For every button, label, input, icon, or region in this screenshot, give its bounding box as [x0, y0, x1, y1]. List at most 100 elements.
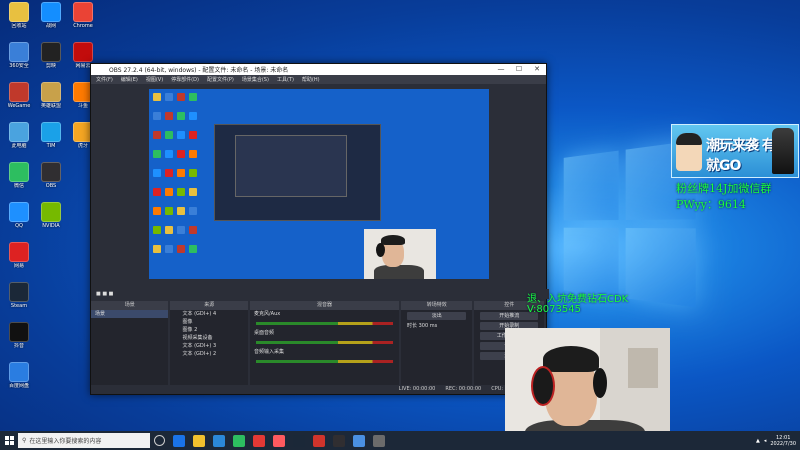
- menu-edit[interactable]: 编辑(E): [121, 76, 138, 83]
- steam-icon[interactable]: [293, 434, 305, 447]
- source-item[interactable]: 文本 (GDI+) 3: [170, 342, 247, 350]
- taskbar-app-icon[interactable]: [373, 434, 385, 447]
- taskbar-app-icon[interactable]: [273, 434, 285, 447]
- preview-desktop-icon: [189, 131, 197, 139]
- desktop-icon[interactable]: 360安全: [2, 42, 36, 69]
- obs-window[interactable]: OBS 27.2.4 (64-bit, windows) - 配置文件: 未命名…: [90, 63, 550, 395]
- preview-desktop-icon: [177, 207, 185, 215]
- preview-webcam: [364, 229, 436, 279]
- preview-desktop-icon: [153, 93, 161, 101]
- app-icon: [41, 2, 61, 22]
- desktop-icon-label: 网易: [13, 263, 24, 269]
- desktop-icon[interactable]: 网易: [2, 242, 36, 269]
- menu-view[interactable]: 视图(V): [146, 76, 163, 83]
- desktop-icon-label: Steam: [10, 303, 28, 309]
- preview-desktop-icon: [177, 131, 185, 139]
- desktop-icon-label: 百度网盘: [8, 383, 29, 389]
- clock[interactable]: 12:01 2022/7/30: [770, 435, 796, 447]
- desktop-icon[interactable]: TIM: [34, 122, 68, 149]
- volume-meter[interactable]: [255, 322, 393, 325]
- scene-bar: ■ ■ ■: [91, 289, 549, 299]
- volume-meter[interactable]: [255, 341, 393, 344]
- source-item[interactable]: 文本 (GDI+) 4: [170, 310, 247, 318]
- taskbar-search[interactable]: ⚲ 在这里输入你要搜索的内容: [18, 433, 150, 448]
- start-button[interactable]: [0, 431, 18, 450]
- wechat-icon[interactable]: [233, 434, 245, 447]
- clock-date: 2022/7/30: [770, 440, 796, 447]
- desktop-icon[interactable]: QQ: [2, 202, 36, 229]
- desktop-icon[interactable]: 微信: [2, 162, 36, 189]
- edge-icon[interactable]: [173, 434, 185, 447]
- desktop-icon-label: 抖音: [13, 343, 24, 349]
- netease-icon[interactable]: [253, 434, 265, 447]
- volume-meter[interactable]: [255, 360, 393, 363]
- source-item[interactable]: 图像: [170, 318, 247, 326]
- rec-time: REC: 00:00:00: [445, 386, 482, 392]
- desktop-icon[interactable]: WeGame: [2, 82, 36, 109]
- source-item[interactable]: 文本 (GDI+) 2: [170, 350, 247, 358]
- desktop-icon[interactable]: OBS: [34, 162, 68, 189]
- desktop-icon[interactable]: 抖音: [2, 322, 36, 349]
- desktop-icon-label: 英雄联盟: [40, 103, 61, 109]
- scene-item[interactable]: 场景: [91, 310, 169, 318]
- volume-icon[interactable]: ◂: [764, 438, 767, 444]
- source-item[interactable]: 视频采集设备: [170, 334, 247, 342]
- maximize-icon[interactable]: ☐: [510, 64, 528, 75]
- preview-desktop-icon: [165, 150, 173, 158]
- desktop-icon[interactable]: 英雄联盟: [34, 82, 68, 109]
- app-icon: [9, 2, 29, 22]
- fan-banner: 潮玩来袭 有你就GO: [671, 124, 799, 178]
- file-explorer-icon[interactable]: [193, 434, 205, 447]
- preview-desktop-icon: [189, 207, 197, 215]
- app-icon: [9, 122, 29, 142]
- mixer-dock-title: 混音器: [249, 301, 399, 310]
- desktop-icon[interactable]: 回收站: [2, 2, 36, 29]
- obs-preview-canvas[interactable]: [149, 89, 489, 279]
- transitions-dock: 转场特效 淡出 时长 300 ms: [400, 301, 473, 393]
- preview-desktop-icon: [153, 245, 161, 253]
- minimize-icon[interactable]: —: [492, 64, 510, 75]
- desktop-icon[interactable]: 战网: [34, 2, 68, 29]
- taskbar-app-icon[interactable]: [353, 434, 365, 447]
- app-icon: [9, 362, 29, 382]
- desktop-icon[interactable]: 百度网盘: [2, 362, 36, 389]
- preview-desktop-icon: [189, 245, 197, 253]
- obs-menubar: 文件(F) 编辑(E) 视图(V) 停靠部件(D) 配置文件(P) 场景集合(S…: [91, 75, 546, 84]
- desktop-icon[interactable]: Chrome: [66, 2, 100, 29]
- preview-desktop-icon: [177, 150, 185, 158]
- menu-file[interactable]: 文件(F): [96, 76, 113, 83]
- desktop-icon[interactable]: 此电脑: [2, 122, 36, 149]
- app-icon: [73, 2, 93, 22]
- preview-desktop-icon: [177, 245, 185, 253]
- preview-desktop-icon: [165, 226, 173, 234]
- menu-tools[interactable]: 工具(T): [277, 76, 294, 83]
- banner-character: [772, 128, 794, 174]
- task-view-icon[interactable]: [154, 435, 165, 446]
- desktop-icon[interactable]: 剪映: [34, 42, 68, 69]
- close-icon[interactable]: ✕: [528, 64, 546, 75]
- preview-desktop-icon: [165, 93, 173, 101]
- preview-desktop-icon: [177, 188, 185, 196]
- system-tray: ▲ ◂ 12:01 2022/7/30: [756, 431, 796, 450]
- app-icon: [9, 282, 29, 302]
- desktop-icon[interactable]: NVIDIA: [34, 202, 68, 229]
- desktop-icon-label: 剪映: [45, 63, 56, 69]
- store-icon[interactable]: [213, 434, 225, 447]
- preview-desktop-icon: [189, 226, 197, 234]
- network-icon[interactable]: ▲: [756, 438, 760, 444]
- obs-titlebar[interactable]: OBS 27.2.4 (64-bit, windows) - 配置文件: 未命名…: [91, 64, 546, 75]
- preview-desktop-icon: [153, 131, 161, 139]
- transition-duration[interactable]: 时长 300 ms: [401, 322, 473, 330]
- obs-docks: 场景 场景 来源 文本 (GDI+) 4 图像 图像 2 视频采集设备 文本 (…: [91, 301, 545, 393]
- menu-profile[interactable]: 配置文件(P): [207, 76, 234, 83]
- obs-icon[interactable]: [333, 434, 345, 447]
- source-item[interactable]: 图像 2: [170, 326, 247, 334]
- game-icon[interactable]: [313, 434, 325, 447]
- preview-desktop-icon: [165, 169, 173, 177]
- transition-type-select[interactable]: 淡出: [406, 312, 467, 320]
- app-icon: [41, 202, 61, 222]
- menu-help[interactable]: 帮助(H): [302, 76, 320, 83]
- desktop-icon[interactable]: Steam: [2, 282, 36, 309]
- menu-docks[interactable]: 停靠部件(D): [171, 76, 199, 83]
- menu-scene-collection[interactable]: 场景集合(S): [242, 76, 269, 83]
